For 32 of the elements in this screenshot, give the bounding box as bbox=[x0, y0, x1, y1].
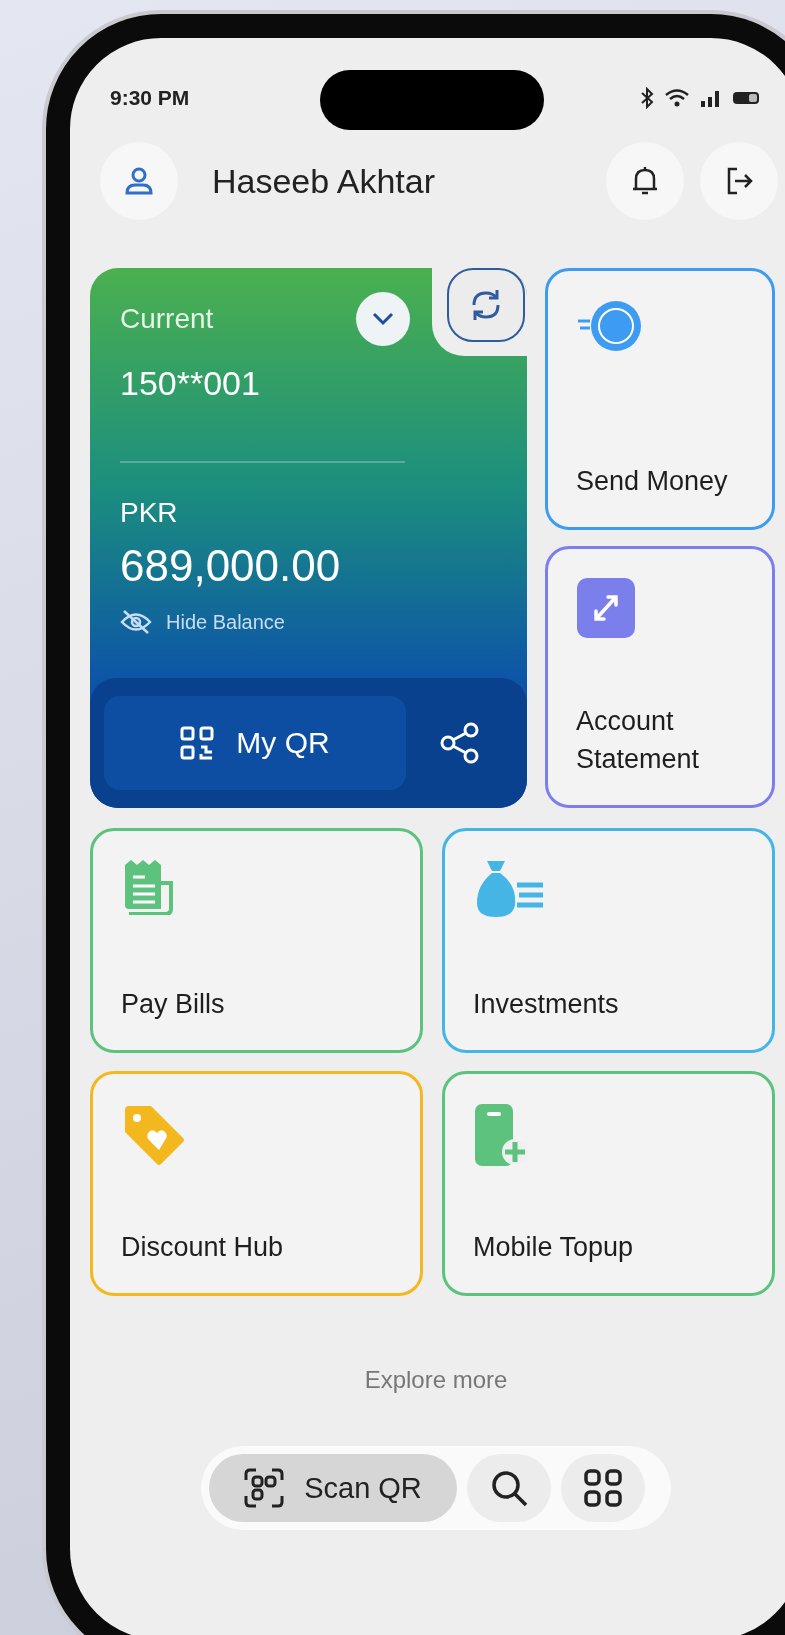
search-icon bbox=[489, 1468, 529, 1508]
grid-icon bbox=[584, 1469, 622, 1507]
user-name: Haseeb Akhtar bbox=[212, 161, 436, 201]
account-number: 150**001 bbox=[120, 364, 261, 403]
discount-tile[interactable]: Discount Hub bbox=[90, 1071, 423, 1296]
eye-slash-icon bbox=[120, 609, 152, 635]
balance-amount: 689,000.00 bbox=[120, 541, 342, 591]
qr-scan-icon bbox=[244, 1468, 285, 1508]
statement-tile[interactable]: Account Statement bbox=[545, 546, 775, 808]
account-type: Current bbox=[120, 303, 214, 335]
explore-more-link[interactable]: Explore more bbox=[70, 1366, 785, 1394]
bell-icon bbox=[632, 165, 658, 197]
currency-label: PKR bbox=[120, 497, 179, 529]
share-icon[interactable] bbox=[440, 722, 480, 764]
hide-balance-link[interactable]: Hide Balance bbox=[166, 610, 285, 634]
status-time: 9:30 PM bbox=[110, 86, 190, 110]
invest-tile[interactable]: Investments bbox=[442, 828, 775, 1053]
refresh-button[interactable] bbox=[447, 268, 525, 342]
my-qr-button[interactable]: My QR bbox=[104, 696, 406, 790]
battery-icon bbox=[732, 90, 762, 106]
signal-icon bbox=[700, 88, 722, 108]
qr-code-icon bbox=[180, 726, 215, 760]
bills-tile[interactable]: Pay Bills bbox=[90, 828, 423, 1053]
topup-tile[interactable]: Mobile Topup bbox=[442, 1071, 775, 1296]
expand-arrows-icon bbox=[576, 577, 636, 639]
bluetooth-icon bbox=[640, 87, 654, 109]
send-tile[interactable]: Send Money bbox=[545, 268, 775, 530]
person-icon bbox=[124, 166, 154, 196]
scan-button[interactable]: Scan QR bbox=[209, 1454, 457, 1522]
account-dropdown[interactable] bbox=[356, 292, 410, 346]
chevron-down-icon bbox=[372, 312, 394, 326]
wifi-icon bbox=[664, 88, 690, 108]
